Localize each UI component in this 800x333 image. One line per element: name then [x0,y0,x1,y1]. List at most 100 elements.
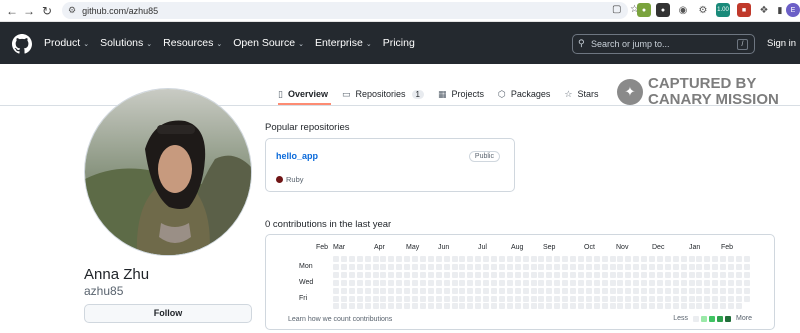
contribution-day-cell[interactable] [577,279,584,286]
contribution-day-cell[interactable] [625,256,632,262]
nav-menu-enterprise[interactable]: Enterprise ⌄ [315,37,372,49]
contribution-day-cell[interactable] [562,279,569,286]
contribution-day-cell[interactable] [530,256,537,262]
contribution-day-cell[interactable] [562,263,569,270]
contribution-day-cell[interactable] [656,256,663,262]
sign-in-link[interactable]: Sign in [767,38,796,49]
contribution-day-cell[interactable] [538,287,545,294]
contribution-day-cell[interactable] [356,256,363,262]
contribution-day-cell[interactable] [570,295,576,302]
gear-extension-icon[interactable]: ⚙ [696,3,710,17]
contribution-day-cell[interactable] [649,303,655,310]
contribution-day-cell[interactable] [735,287,742,294]
contribution-day-cell[interactable] [372,279,379,286]
contribution-day-cell[interactable] [451,279,458,286]
contribution-day-cell[interactable] [538,256,545,262]
contribution-day-cell[interactable] [419,256,426,262]
contribution-day-cell[interactable] [435,271,442,278]
contribution-day-cell[interactable] [427,303,434,310]
contribution-day-cell[interactable] [696,256,703,262]
contribution-day-cell[interactable] [609,256,616,262]
contribution-day-cell[interactable] [404,263,411,270]
contribution-day-cell[interactable] [475,279,482,286]
contribution-day-cell[interactable] [546,271,553,278]
contribution-day-cell[interactable] [601,303,608,310]
contribution-day-cell[interactable] [522,271,529,278]
contribution-day-cell[interactable] [356,295,363,302]
contribution-day-cell[interactable] [696,263,703,270]
camera-icon[interactable]: ◉ [676,3,690,17]
contribution-day-cell[interactable] [704,256,711,262]
contribution-day-cell[interactable] [617,303,624,310]
contribution-day-cell[interactable] [443,279,450,286]
contribution-day-cell[interactable] [641,263,648,270]
contribution-day-cell[interactable] [372,256,379,262]
contribution-day-cell[interactable] [664,295,671,302]
contribution-day-cell[interactable] [680,303,687,310]
contribution-day-cell[interactable] [404,279,411,286]
contribution-day-cell[interactable] [467,263,474,270]
contribution-day-cell[interactable] [562,295,569,302]
contribution-day-cell[interactable] [530,287,537,294]
contribution-day-cell[interactable] [656,271,663,278]
extension-icon[interactable]: ● [656,3,670,17]
contribution-day-cell[interactable] [641,295,648,302]
contribution-day-cell[interactable] [641,287,648,294]
contribution-day-cell[interactable] [712,287,719,294]
contribution-day-cell[interactable] [522,256,529,262]
contribution-day-cell[interactable] [427,271,434,278]
contribution-day-cell[interactable] [625,287,632,294]
contribution-day-cell[interactable] [404,287,411,294]
contribution-day-cell[interactable] [649,295,655,302]
learn-contributions-link[interactable]: Learn how we count contributions [288,316,392,323]
contribution-day-cell[interactable] [562,256,569,262]
contribution-day-cell[interactable] [609,279,616,286]
contribution-day-cell[interactable] [380,295,387,302]
contribution-day-cell[interactable] [396,256,403,262]
contribution-day-cell[interactable] [664,287,671,294]
contribution-day-cell[interactable] [554,279,561,286]
tab-repositories[interactable]: ▭ Repositories 1 [342,86,424,102]
contribution-day-cell[interactable] [712,303,719,310]
contribution-day-cell[interactable] [538,263,545,270]
contribution-day-cell[interactable] [404,295,411,302]
contribution-day-cell[interactable] [546,256,553,262]
contribution-day-cell[interactable] [743,271,750,278]
contribution-day-cell[interactable] [688,287,695,294]
contribution-day-cell[interactable] [712,295,719,302]
contribution-day-cell[interactable] [530,295,537,302]
contribution-day-cell[interactable] [412,295,418,302]
contribution-day-cell[interactable] [562,271,569,278]
contribution-day-cell[interactable] [672,303,679,310]
contribution-day-cell[interactable] [419,295,426,302]
contribution-day-cell[interactable] [617,271,624,278]
contribution-day-cell[interactable] [443,271,450,278]
contribution-day-cell[interactable] [570,303,576,310]
contribution-day-cell[interactable] [443,303,450,310]
nav-menu-open-source[interactable]: Open Source ⌄ [233,37,304,49]
contribution-day-cell[interactable] [396,271,403,278]
contribution-day-cell[interactable] [554,271,561,278]
contribution-day-cell[interactable] [633,271,640,278]
contribution-day-cell[interactable] [585,256,592,262]
contribution-day-cell[interactable] [522,295,529,302]
contribution-day-cell[interactable] [364,303,371,310]
contribution-day-cell[interactable] [467,287,474,294]
contribution-day-cell[interactable] [356,287,363,294]
contribution-day-cell[interactable] [577,263,584,270]
contribution-day-cell[interactable] [380,279,387,286]
contribution-day-cell[interactable] [396,287,403,294]
contribution-day-cell[interactable] [538,279,545,286]
contribution-day-cell[interactable] [340,256,347,262]
contribution-day-cell[interactable] [483,271,490,278]
contribution-day-cell[interactable] [625,279,632,286]
contribution-day-cell[interactable] [743,295,750,302]
contribution-day-cell[interactable] [419,287,426,294]
tab-overview[interactable]: ▯ Overview [278,86,328,102]
contribution-day-cell[interactable] [735,263,742,270]
contribution-day-cell[interactable] [475,263,482,270]
contribution-day-cell[interactable] [704,303,711,310]
contribution-day-cell[interactable] [656,303,663,310]
contribution-day-cell[interactable] [419,271,426,278]
contribution-day-cell[interactable] [688,295,695,302]
